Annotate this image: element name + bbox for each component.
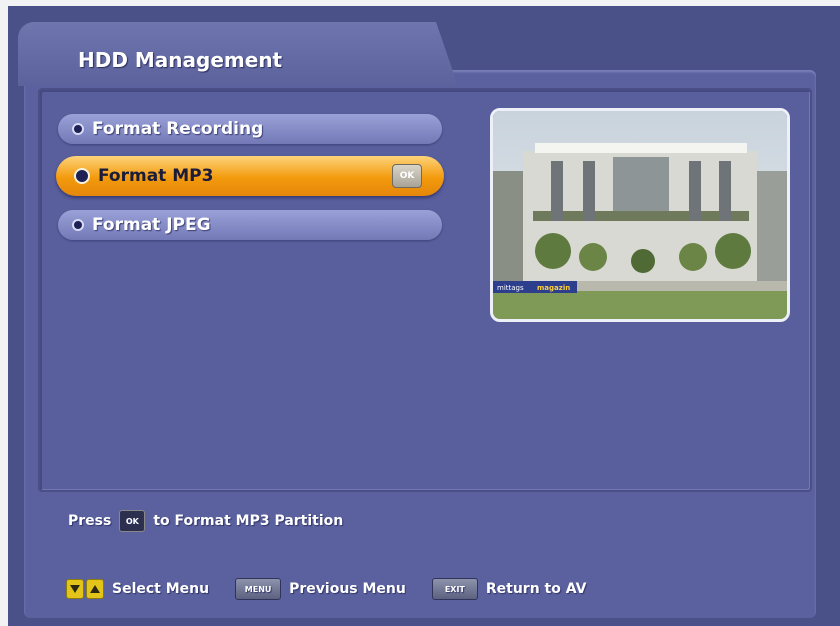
arrow-up-icon <box>86 579 104 599</box>
bullet-icon <box>74 168 90 184</box>
legend-select-label: Select Menu <box>112 581 210 597</box>
banner-text-highlight: magazin <box>537 284 570 292</box>
bullet-icon <box>72 123 84 135</box>
video-preview: mittags magazin <box>490 108 790 322</box>
help-line: Press OK to Format MP3 Partition <box>68 510 343 532</box>
arrow-down-icon <box>66 579 84 599</box>
banner-text: mittags <box>497 284 524 292</box>
help-press-text: Press <box>68 513 112 529</box>
menu-item-format-mp3[interactable]: Format MP3 OK <box>56 156 444 196</box>
legend-previous-label: Previous Menu <box>289 581 406 597</box>
page-title: HDD Management <box>78 48 283 72</box>
ok-key-icon: OK <box>392 164 422 188</box>
menu-item-label: Format Recording <box>92 119 264 139</box>
button-legend: Select Menu MENU Previous Menu EXIT Retu… <box>66 578 586 600</box>
bullet-icon <box>72 219 84 231</box>
exit-key-icon: EXIT <box>431 578 478 600</box>
menu-key-icon: MENU <box>235 578 282 600</box>
menu-item-format-recording[interactable]: Format Recording <box>58 114 442 144</box>
menu-item-label: Format JPEG <box>92 215 211 235</box>
legend-return-label: Return to AV <box>485 581 587 597</box>
ok-key-icon: OK <box>119 510 146 532</box>
help-text: to Format MP3 Partition <box>153 513 344 529</box>
menu-item-label: Format MP3 <box>98 166 214 186</box>
preview-image: mittags magazin <box>493 111 787 319</box>
menu-item-format-jpeg[interactable]: Format JPEG <box>58 210 442 240</box>
